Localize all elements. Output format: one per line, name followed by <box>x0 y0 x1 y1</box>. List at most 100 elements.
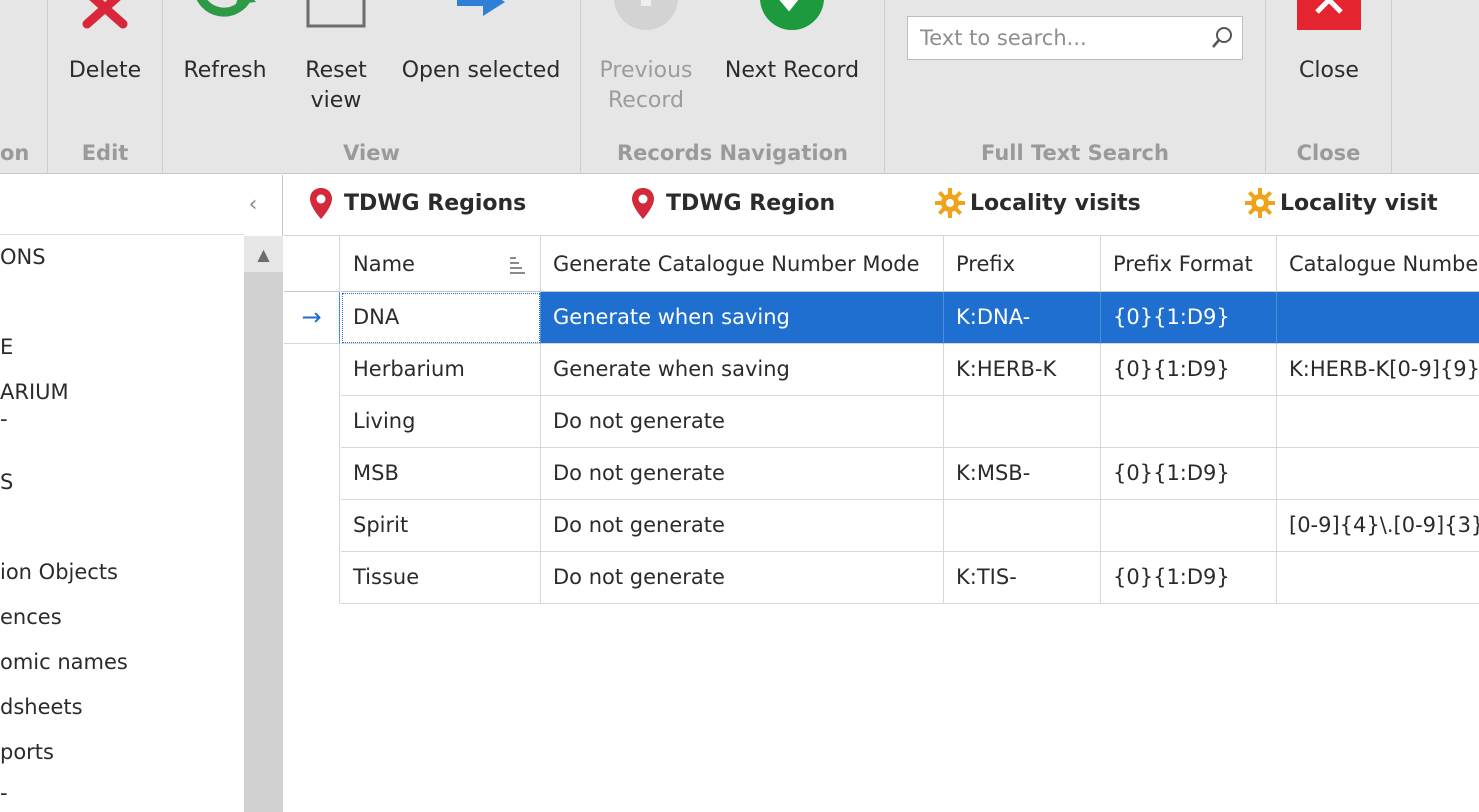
tab-label: TDWG Regions <box>344 191 527 216</box>
cell-prefix-format[interactable] <box>1101 500 1277 552</box>
reset-view-label: Reset view <box>305 58 367 113</box>
ribbon-group-edit: Delete Edit <box>48 0 163 174</box>
row-indicator <box>284 448 340 500</box>
row-indicator <box>284 552 340 604</box>
cell-name[interactable]: Tissue <box>341 552 541 604</box>
cell-generate-mode[interactable]: Do not generate <box>541 552 944 604</box>
search-input[interactable] <box>908 17 1204 59</box>
cell-prefix-format[interactable] <box>1101 396 1277 448</box>
group-caption: on <box>0 141 30 165</box>
cell-name[interactable]: Herbarium <box>341 344 541 396</box>
collapse-pane-icon[interactable]: ‹ <box>238 189 268 221</box>
column-header-name[interactable]: Name <box>341 236 541 292</box>
cell-catalogue-number[interactable]: [0-9]{4}\.[0-9]{3} <box>1277 500 1479 552</box>
column-header-prefix[interactable]: Prefix <box>944 236 1101 292</box>
cell-prefix[interactable]: K:TIS- <box>944 552 1101 604</box>
tab-label: TDWG Region <box>666 191 836 216</box>
cell-name[interactable]: Spirit <box>341 500 541 552</box>
nav-item[interactable]: dsheets <box>0 695 83 719</box>
cell-prefix-format[interactable]: {0}{1:D9} <box>1101 552 1277 604</box>
full-text-search-box[interactable] <box>907 16 1243 60</box>
cell-catalogue-number[interactable] <box>1277 448 1479 500</box>
focused-row-indicator-icon: → <box>284 292 340 344</box>
delete-button[interactable]: Delete <box>60 0 150 130</box>
cell-prefix-format[interactable]: {0}{1:D9} <box>1101 448 1277 500</box>
column-header-label: Name <box>353 252 415 276</box>
group-caption: Close <box>1296 141 1361 165</box>
ribbon-group-navigation: on <box>0 0 48 174</box>
column-header-generate-mode[interactable]: Generate Catalogue Number Mode <box>541 236 944 292</box>
nav-item[interactable]: omic names <box>0 650 128 674</box>
nav-item[interactable]: E <box>0 335 13 359</box>
cell-prefix-format[interactable]: {0}{1:D9} <box>1101 344 1277 396</box>
row-indicator <box>284 500 340 552</box>
cell-name[interactable]: MSB <box>341 448 541 500</box>
cell-generate-mode[interactable]: Do not generate <box>541 500 944 552</box>
cell-generate-mode[interactable]: Do not generate <box>541 448 944 500</box>
scrollbar-thumb[interactable] <box>244 272 283 812</box>
ribbon-group-records-navigation: Previous Record Next Record Records Navi… <box>581 0 885 174</box>
cell-prefix-format[interactable]: {0}{1:D9} <box>1101 292 1277 344</box>
group-caption: Records Navigation <box>617 141 848 165</box>
cell-prefix[interactable]: K:DNA- <box>944 292 1101 344</box>
cell-prefix[interactable]: K:HERB-K <box>944 344 1101 396</box>
delete-icon <box>79 0 131 38</box>
nav-item[interactable]: ONS <box>0 245 46 269</box>
navigation-pane: ‹ ▲ ONS E ARIUM - S ion Objects ences om… <box>0 175 283 812</box>
navigation-pane-header <box>0 175 244 235</box>
cell-generate-mode[interactable]: Generate when saving <box>541 292 944 344</box>
group-caption: View <box>343 141 400 165</box>
nav-item[interactable]: ARIUM <box>0 380 69 404</box>
column-header-catalogue-number[interactable]: Catalogue Numbe <box>1277 236 1479 292</box>
map-pin-icon <box>308 187 334 227</box>
cell-prefix[interactable] <box>944 500 1101 552</box>
catalogue-number-grid: Name Generate Catalogue Number Mode Pref… <box>284 236 1479 812</box>
tab-label: Locality visits <box>970 191 1141 216</box>
cell-name[interactable]: DNA <box>341 292 541 344</box>
cell-generate-mode[interactable]: Do not generate <box>541 396 944 448</box>
cell-catalogue-number[interactable] <box>1277 552 1479 604</box>
cell-prefix[interactable]: K:MSB- <box>944 448 1101 500</box>
nav-item[interactable]: - <box>0 781 8 805</box>
reset-view-icon <box>304 0 368 38</box>
ribbon: on Delete Edit Refresh Reset view Open s… <box>0 0 1479 174</box>
column-header-prefix-format[interactable]: Prefix Format <box>1101 236 1277 292</box>
ribbon-group-view: Refresh Reset view Open selected View <box>163 0 581 174</box>
next-record-label: Next Record <box>724 58 860 83</box>
cell-catalogue-number[interactable]: K:HERB-K[0-9]{9} <box>1277 344 1479 396</box>
open-selected-label: Open selected <box>401 58 561 83</box>
nav-item[interactable]: ences <box>0 605 62 629</box>
nav-item[interactable]: ion Objects <box>0 560 118 584</box>
delete-label: Delete <box>68 58 142 83</box>
previous-record-label: Previous Record <box>599 58 693 113</box>
map-pin-icon <box>630 187 656 227</box>
cell-prefix[interactable] <box>944 396 1101 448</box>
close-button[interactable]: Close <box>1284 0 1374 130</box>
previous-record-button[interactable]: Previous Record <box>593 0 699 130</box>
nav-item[interactable]: - <box>0 407 8 431</box>
cell-generate-mode[interactable]: Generate when saving <box>541 344 944 396</box>
cell-catalogue-number[interactable] <box>1277 396 1479 448</box>
next-record-button[interactable]: Next Record <box>719 0 865 130</box>
close-icon <box>1297 0 1361 38</box>
row-indicator <box>284 396 340 448</box>
group-caption: Full Text Search <box>981 141 1169 165</box>
grid-header-indicator <box>284 236 340 292</box>
reset-view-button[interactable]: Reset view <box>291 0 381 130</box>
scroll-up-icon[interactable]: ▲ <box>244 242 283 268</box>
open-selected-icon <box>449 0 513 30</box>
ribbon-group-close: Close Close <box>1266 0 1392 174</box>
close-label: Close <box>1299 58 1359 83</box>
nav-item[interactable]: ports <box>0 740 54 764</box>
next-record-icon <box>759 0 825 38</box>
nav-item[interactable]: S <box>0 470 13 494</box>
navigation-scrollbar[interactable]: ▲ <box>244 236 283 812</box>
sun-gear-icon <box>1244 187 1276 225</box>
cell-name[interactable]: Living <box>341 396 541 448</box>
refresh-icon <box>190 0 260 36</box>
refresh-label: Refresh <box>183 58 267 83</box>
cell-catalogue-number[interactable] <box>1277 292 1479 344</box>
search-icon[interactable] <box>1210 26 1234 56</box>
open-selected-button[interactable]: Open selected <box>397 0 565 130</box>
refresh-button[interactable]: Refresh <box>177 0 273 130</box>
